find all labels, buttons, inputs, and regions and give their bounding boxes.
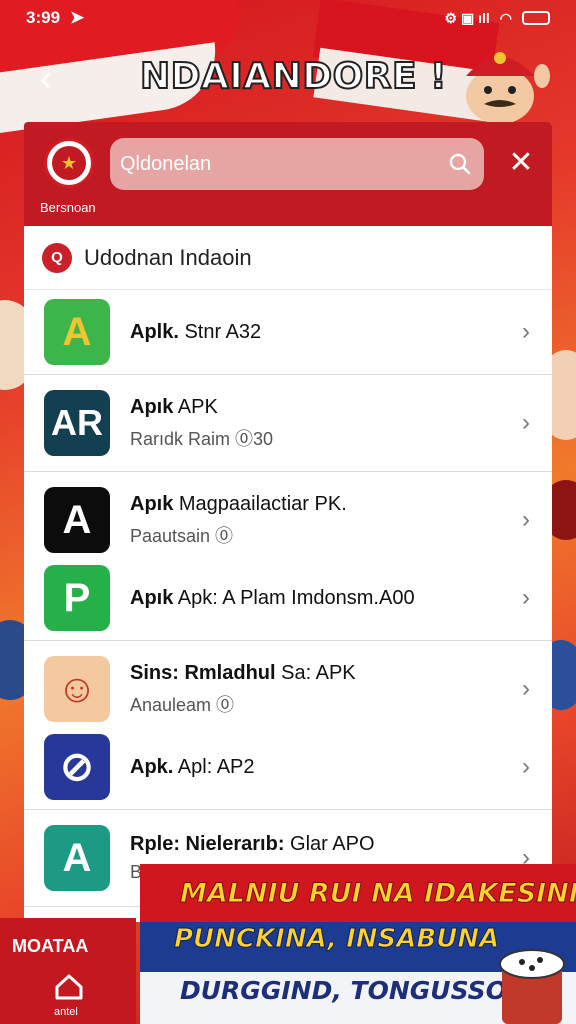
wifi-icon: ◠ bbox=[499, 9, 512, 26]
status-bar: 3:99 ➤ ⚙ ▣ ıll ◠ bbox=[0, 0, 576, 36]
app-name: Sins: Rmladhul Sa: APK bbox=[130, 662, 356, 685]
app-name-rest: Sa: APK bbox=[275, 661, 356, 684]
chevron-right-icon: › bbox=[522, 584, 530, 611]
app-texts: Apk. Apl: AP2 bbox=[130, 756, 255, 779]
app-subtitle: Anauleam ⓪ bbox=[130, 694, 235, 715]
app-group: A Apık Magpaailactiar PK. Paautsain ⓪ › P Apı… bbox=[24, 472, 552, 641]
app-name-rest: Apk: A Plam Imdonsm.A00 bbox=[173, 586, 415, 609]
mascot-image bbox=[466, 52, 550, 124]
chevron-right-icon: › bbox=[522, 753, 530, 780]
app-texts: Aplk. Stnr A32 bbox=[130, 321, 261, 344]
home-icon bbox=[55, 974, 83, 1000]
status-time: 3:99 bbox=[26, 8, 61, 27]
app-subtitle: Rarıdk Raim ⓪30 bbox=[130, 428, 274, 449]
status-icons: ⚙ ▣ ıll bbox=[444, 9, 490, 26]
promo-line-1: MALNIU RUI NA IDAKESINI bbox=[180, 878, 576, 910]
app-row[interactable]: ⊘ Apk. Apl: AP2 › bbox=[24, 731, 552, 803]
app-row[interactable]: P Apık Apk: A Plam Imdonsm.A00 › bbox=[24, 562, 552, 634]
bottom-nav-home[interactable]: MOATAA antel bbox=[0, 918, 136, 1024]
chevron-right-icon: › bbox=[522, 409, 530, 436]
chevron-right-icon: › bbox=[522, 506, 530, 533]
chevron-right-icon: › bbox=[522, 675, 530, 702]
app-icon: A bbox=[44, 487, 110, 553]
app-title: NDAIANDORE ! bbox=[139, 55, 448, 98]
app-name: Apık Apk: A Plam Imdonsm.A00 bbox=[130, 587, 415, 610]
close-icon[interactable]: ✕ bbox=[506, 148, 536, 178]
app-name-bold: Apık bbox=[130, 395, 174, 418]
promo-line-2: PUNCKINA, INSABUNA bbox=[173, 924, 500, 955]
section-icon: Q bbox=[42, 242, 72, 273]
search-icon[interactable] bbox=[448, 152, 472, 176]
promo-line-3: DURGGIND, TONGUSSOG bbox=[180, 976, 528, 1005]
app-row[interactable]: ☺ Sins: Rmladhul Sa: APK Anauleam ⓪ › bbox=[24, 647, 552, 731]
app-texts: Apık Magpaailactiar PK. Paautsain ⓪ bbox=[130, 493, 347, 548]
app-name: Apık APK bbox=[130, 396, 273, 419]
search-panel: ★ Bersnoan Qldonelan ✕ Q Udodnan Indaoin… bbox=[24, 122, 552, 922]
app-name: Apık Magpaailactiar PK. bbox=[130, 493, 347, 516]
app-icon: A bbox=[44, 299, 110, 365]
app-texts: Sins: Rmladhul Sa: APK Anauleam ⓪ bbox=[130, 662, 356, 717]
section-title: Udodnan Indaoin bbox=[84, 244, 252, 270]
app-name-bold: Apık bbox=[130, 492, 174, 515]
drum-icon bbox=[499, 949, 565, 1024]
app-name-rest: Magpaailactiar PK. bbox=[173, 492, 347, 515]
section-header: Q Udodnan Indaoin bbox=[24, 226, 552, 290]
badge-label: Bersnoan bbox=[40, 200, 96, 215]
app-row[interactable]: A Apık Magpaailactiar PK. Paautsain ⓪ › bbox=[24, 478, 552, 562]
app-name-bold: Apk. bbox=[130, 755, 174, 778]
garuda-icon: ★ bbox=[52, 146, 86, 180]
emblem-badge[interactable]: ★ bbox=[44, 138, 94, 188]
app-texts: Apık Apk: A Plam Imdonsm.A00 bbox=[130, 587, 415, 610]
app-icon: AR bbox=[44, 390, 110, 456]
app-row[interactable]: AR Apık APK Rarıdk Raim ⓪30 › bbox=[24, 381, 552, 465]
send-icon: ➤ bbox=[70, 8, 85, 27]
chevron-right-icon: › bbox=[522, 318, 530, 345]
search-input[interactable]: Qldonelan bbox=[110, 138, 484, 190]
app-group: ☺ Sins: Rmladhul Sa: APK Anauleam ⓪ › ⊘ Apk. … bbox=[24, 641, 552, 810]
app-icon: ☺ bbox=[44, 656, 110, 722]
app-name-bold: Apık bbox=[130, 586, 174, 609]
app-name-rest: Apl: AP2 bbox=[173, 755, 255, 778]
app-name: Apk. Apl: AP2 bbox=[130, 756, 255, 779]
bottom-nav-label: MOATAA bbox=[12, 936, 89, 956]
app-name: Aplk. Stnr A32 bbox=[130, 321, 261, 344]
app-group: A Aplk. Stnr A32 › bbox=[24, 290, 552, 375]
app-row[interactable]: A Aplk. Stnr A32 › bbox=[24, 296, 552, 368]
app-name-bold: Rple: Nielerarıb: bbox=[130, 833, 285, 855]
app-group: AR Apık APK Rarıdk Raim ⓪30 › bbox=[24, 375, 552, 472]
promo-banner[interactable]: MALNIU RUI NA IDAKESINI PUNCKINA, INSABU… bbox=[140, 864, 576, 1024]
app-icon: ⊘ bbox=[44, 734, 110, 800]
app-name-rest: APK bbox=[173, 395, 218, 418]
battery-icon bbox=[522, 11, 550, 25]
search-header: ★ Bersnoan Qldonelan ✕ bbox=[24, 122, 552, 226]
app-name-rest: Glar APO bbox=[284, 833, 375, 855]
app-name-rest: Stnr A32 bbox=[178, 320, 262, 343]
app-name: Rple: Nielerarıb: Glar APO bbox=[130, 833, 375, 856]
app-icon: A bbox=[44, 825, 110, 891]
app-icon: P bbox=[44, 565, 110, 631]
app-name-bold: Aplk. bbox=[130, 320, 179, 343]
app-subtitle: Paautsain ⓪ bbox=[130, 525, 234, 546]
app-texts: Apık APK Rarıdk Raim ⓪30 bbox=[130, 396, 273, 451]
bottom-nav-sub: antel bbox=[54, 1006, 78, 1018]
back-button[interactable]: ‹ bbox=[40, 60, 52, 96]
app-name-bold: Sins: Rmladhul bbox=[130, 661, 276, 684]
app-list: A Aplk. Stnr A32 › AR Apık APK Rarıdk Raim ⓪3… bbox=[24, 290, 552, 907]
